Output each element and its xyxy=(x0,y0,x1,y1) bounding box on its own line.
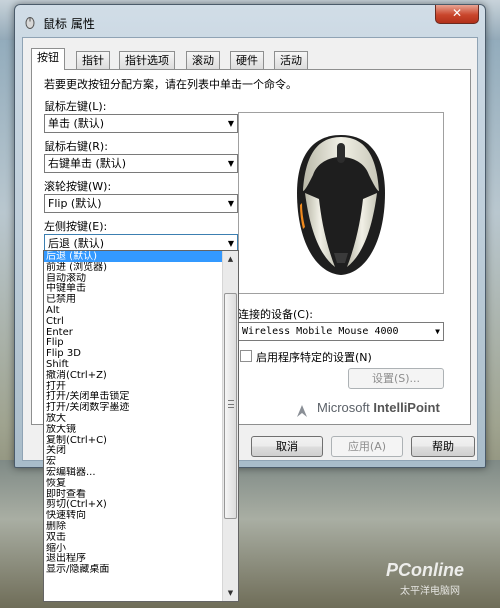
dropdown-item[interactable]: 已禁用 xyxy=(44,294,224,305)
dropdown-item[interactable]: Ctrl xyxy=(44,316,224,327)
dropdown-item[interactable]: Enter xyxy=(44,327,224,338)
dropdown-item[interactable]: 放大 xyxy=(44,413,224,424)
apply-button[interactable]: 应用(A) xyxy=(331,436,403,457)
intellipoint-brand: Microsoft IntelliPoint xyxy=(317,400,440,415)
mouse-preview xyxy=(238,112,444,294)
dropdown-item[interactable]: 关闭 xyxy=(44,445,224,456)
dropdown-item[interactable]: 宏 xyxy=(44,456,224,467)
dropdown-item[interactable]: 放大镜 xyxy=(44,424,224,435)
window-title: 鼠标 属性 xyxy=(43,17,95,31)
app-specific-checkbox[interactable] xyxy=(240,350,252,362)
dropdown-item[interactable]: 缩小 xyxy=(44,543,224,554)
tab-pointer-options[interactable]: 指针选项 xyxy=(119,51,175,69)
side-button-label: 左侧按键(E): xyxy=(44,220,108,233)
dropdown-item[interactable]: 打开/关闭单击锁定 xyxy=(44,391,224,402)
scroll-up-icon[interactable]: ▲ xyxy=(223,251,238,267)
dropdown-items: 后退 (默认) 前进 (浏览器) 自动滚动 中键单击 已禁用 Alt Ctrl Enter Fl… xyxy=(44,251,224,575)
wheel-button-value: Flip (默认) xyxy=(48,197,102,210)
mouse-icon xyxy=(25,17,35,29)
device-value: Wireless Mobile Mouse 4000 xyxy=(242,326,399,337)
wheel-button-label: 滚轮按键(W): xyxy=(44,180,112,193)
left-button-value: 单击 (默认) xyxy=(48,117,105,130)
dropdown-item[interactable]: 快速转向 xyxy=(44,510,224,521)
tab-pointers[interactable]: 指针 xyxy=(76,51,110,69)
right-button-select[interactable]: 右键单击 (默认) ▼ xyxy=(44,154,238,173)
device-select[interactable]: Wireless Mobile Mouse 4000 ▼ xyxy=(238,322,444,341)
dropdown-item[interactable]: Alt xyxy=(44,305,224,316)
dropdown-item[interactable]: 前进 (浏览器) xyxy=(44,262,224,273)
chevron-down-icon: ▼ xyxy=(227,199,234,208)
chevron-down-icon: ▼ xyxy=(227,159,234,168)
side-button-value: 后退 (默认) xyxy=(48,237,105,250)
dropdown-item[interactable]: 打开 xyxy=(44,381,224,392)
dropdown-item[interactable]: 退出程序 xyxy=(44,553,224,564)
scroll-down-icon[interactable]: ▼ xyxy=(223,585,238,601)
tab-hardware[interactable]: 硬件 xyxy=(230,51,264,69)
right-button-label: 鼠标右键(R): xyxy=(44,140,108,153)
dropdown-item[interactable]: Flip xyxy=(44,337,224,348)
dropdown-item[interactable]: 后退 (默认) xyxy=(44,251,224,262)
dropdown-item[interactable]: Shift xyxy=(44,359,224,370)
mouse-image xyxy=(297,135,385,275)
title-bar[interactable]: 鼠标 属性 ✕ xyxy=(15,5,485,39)
dropdown-item[interactable]: 双击 xyxy=(44,532,224,543)
right-button-value: 右键单击 (默认) xyxy=(48,157,127,170)
microsoft-logo-icon xyxy=(296,404,308,418)
grip-icon xyxy=(228,400,234,408)
device-label: 连接的设备(C): xyxy=(238,308,313,321)
watermark-subtitle: 太平洋电脑网 xyxy=(400,586,460,597)
side-button-dropdown-list[interactable]: 后退 (默认) 前进 (浏览器) 自动滚动 中键单击 已禁用 Alt Ctrl Enter Fl… xyxy=(43,250,239,602)
close-icon: ✕ xyxy=(451,6,463,20)
wheel-button-select[interactable]: Flip (默认) ▼ xyxy=(44,194,238,213)
chevron-down-icon: ▼ xyxy=(435,327,440,336)
intellipoint-brand-text: IntelliPoint xyxy=(373,400,440,415)
left-button-select[interactable]: 单击 (默认) ▼ xyxy=(44,114,238,133)
scroll-thumb[interactable] xyxy=(224,293,237,519)
dropdown-item[interactable]: 即时查看 xyxy=(44,489,224,500)
watermark-logo: PConline xyxy=(386,560,465,580)
dropdown-item[interactable]: 宏编辑器... xyxy=(44,467,224,478)
tab-activity[interactable]: 活动 xyxy=(274,51,308,69)
dropdown-item[interactable]: 删除 xyxy=(44,521,224,532)
dropdown-item[interactable]: 剪切(Ctrl+X) xyxy=(44,499,224,510)
dropdown-item[interactable]: 撤消(Ctrl+Z) xyxy=(44,370,224,381)
close-button[interactable]: ✕ xyxy=(435,5,479,24)
help-button[interactable]: 帮助 xyxy=(411,436,475,457)
dropdown-item[interactable]: 自动滚动 xyxy=(44,273,224,284)
left-button-label: 鼠标左键(L): xyxy=(44,100,107,113)
dropdown-item[interactable]: 打开/关闭数字墨迹 xyxy=(44,402,224,413)
cancel-button[interactable]: 取消 xyxy=(251,436,323,457)
dropdown-item[interactable]: 复制(Ctrl+C) xyxy=(44,435,224,446)
dropdown-item[interactable]: 中键单击 xyxy=(44,283,224,294)
tab-buttons[interactable]: 按钮 xyxy=(31,48,65,70)
chevron-down-icon: ▼ xyxy=(227,119,234,128)
dropdown-item[interactable]: 恢复 xyxy=(44,478,224,489)
dropdown-item[interactable]: Flip 3D xyxy=(44,348,224,359)
instructions-text: 若要更改按钮分配方案，请在列表中单击一个命令。 xyxy=(44,78,297,91)
app-specific-label: 启用程序特定的设置(N) xyxy=(256,351,372,364)
microsoft-brand-text: Microsoft xyxy=(317,400,370,415)
dropdown-item[interactable]: 显示/隐藏桌面 xyxy=(44,564,224,575)
tab-wheel[interactable]: 滚动 xyxy=(186,51,220,69)
settings-button[interactable]: 设置(S)... xyxy=(348,368,444,389)
dropdown-scrollbar[interactable]: ▲ ▼ xyxy=(222,251,238,601)
